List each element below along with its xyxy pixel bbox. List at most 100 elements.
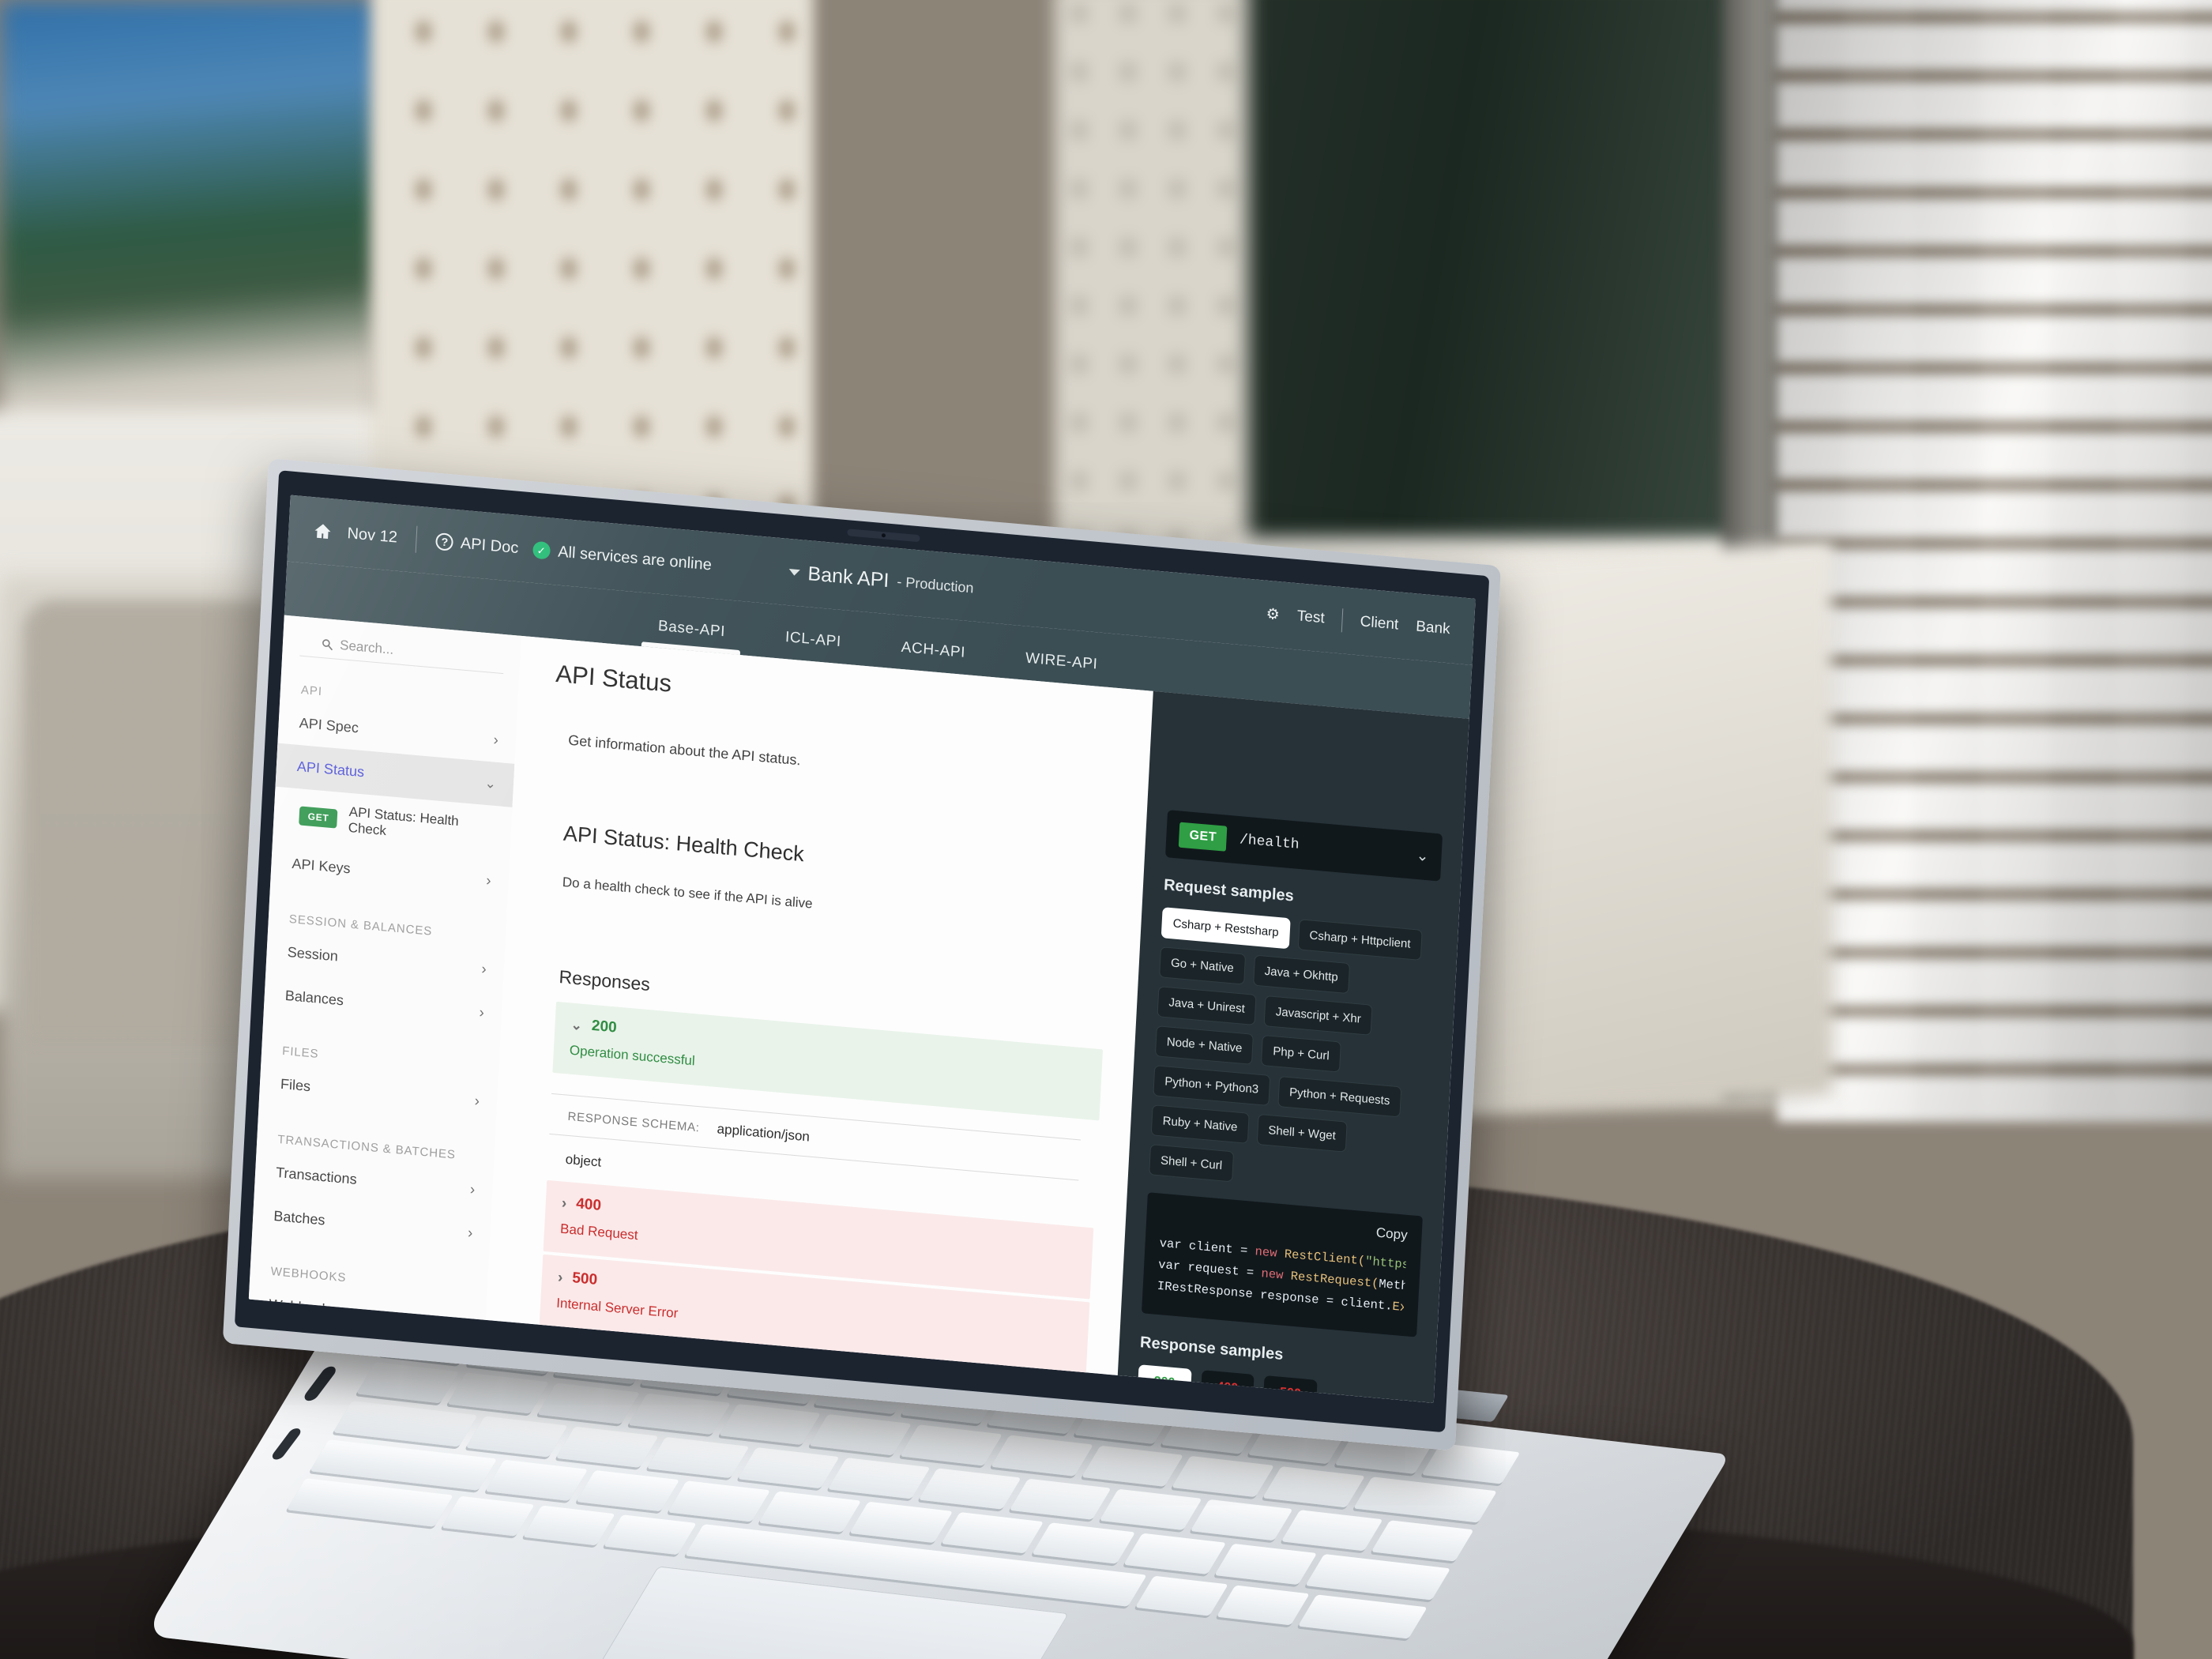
topbar-right-divider — [1341, 608, 1344, 633]
endpoint-path: /health — [1239, 832, 1300, 853]
sidebar-item-label: Webhooks — [269, 1296, 337, 1319]
sidebar-item-label: Batches — [273, 1207, 325, 1228]
key — [1214, 1543, 1318, 1586]
chip-python-python3[interactable]: Python + Python3 — [1153, 1065, 1271, 1106]
chip-java-unirest[interactable]: Java + Unirest — [1157, 986, 1257, 1026]
chip-csharp-restsharp[interactable]: Csharp + Restsharp — [1161, 907, 1291, 950]
sidebar-subitem-label: API Status: Health Check — [348, 803, 460, 839]
bank-button[interactable]: Bank — [1416, 618, 1450, 638]
key — [737, 1447, 840, 1489]
key — [758, 1491, 862, 1533]
key-enter — [1305, 1554, 1451, 1601]
client-button[interactable]: Client — [1360, 613, 1399, 634]
webcam — [847, 529, 920, 543]
key — [646, 1436, 750, 1478]
sidebar-item-label: Session — [287, 943, 339, 965]
endpoint-selector[interactable]: GET /health ⌄ — [1164, 810, 1443, 882]
chip-php-curl[interactable]: Php + Curl — [1261, 1034, 1341, 1073]
main-content: API Status Get information about the API… — [485, 635, 1153, 1375]
app-title: Bank API — [807, 562, 890, 592]
code-token: new — [1255, 1244, 1277, 1261]
environment-label: - Production — [896, 573, 975, 596]
app-body: Search... API API Spec › API Status ⌄ GE… — [248, 615, 1469, 1403]
key — [718, 1403, 822, 1446]
key — [441, 1495, 535, 1537]
chip-csharp-httpclient[interactable]: Csharp + Httpclient — [1297, 919, 1423, 961]
topbar-divider — [416, 525, 418, 553]
key — [1190, 1499, 1293, 1541]
right-panel: GET /health ⌄ Request samples Csharp + R… — [1117, 690, 1469, 1403]
page-description: Get information about the API status. — [567, 732, 801, 769]
laptop-port-usbc — [269, 1427, 303, 1462]
laptop: Nov 12 ? API Doc ✓ All services are onli… — [0, 0, 2212, 1659]
flask-icon: ⚙ — [1266, 605, 1281, 623]
key — [667, 1480, 771, 1522]
key — [446, 1372, 550, 1414]
key — [918, 1468, 1021, 1510]
chevron-down-icon: ⌄ — [1416, 847, 1430, 865]
sidebar-item-label: Transactions — [275, 1164, 358, 1187]
sidebar: Search... API API Spec › API Status ⌄ GE… — [248, 615, 521, 1320]
sidebar-item-label: Balances — [284, 987, 344, 1009]
key — [1281, 1510, 1383, 1552]
key — [465, 1416, 568, 1458]
key-shift — [286, 1478, 453, 1527]
search-placeholder: Search... — [339, 637, 394, 657]
key — [576, 1469, 679, 1512]
key — [604, 1514, 697, 1556]
chevron-right-icon: › — [485, 872, 492, 890]
tab-icl-api[interactable]: ICL-API — [780, 628, 847, 664]
key — [1172, 1455, 1274, 1498]
chevron-right-icon: › — [469, 1181, 476, 1198]
response-schema-value: application/json — [717, 1121, 811, 1145]
response-chip-200[interactable]: 200 — [1137, 1364, 1192, 1401]
key — [1081, 1445, 1184, 1487]
chip-javascript-xhr[interactable]: Javascript + Xhr — [1263, 995, 1373, 1036]
check-circle-icon: ✓ — [532, 540, 551, 560]
search-input[interactable]: Search... — [299, 634, 505, 675]
home-icon[interactable] — [312, 521, 333, 541]
code-token: Execute — [1392, 1300, 1405, 1319]
chevron-right-icon: › — [463, 1313, 468, 1319]
key — [900, 1424, 1003, 1466]
key — [1421, 1443, 1521, 1484]
response-code: 400 — [575, 1195, 602, 1214]
chevron-right-icon: › — [557, 1269, 563, 1286]
chip-node-native[interactable]: Node + Native — [1154, 1025, 1255, 1065]
service-status: ✓ All services are online — [532, 540, 712, 574]
key — [1123, 1533, 1227, 1574]
question-circle-icon: ? — [435, 532, 454, 551]
chip-shell-curl[interactable]: Shell + Curl — [1149, 1144, 1235, 1183]
chip-shell-wget[interactable]: Shell + Wget — [1256, 1113, 1348, 1153]
chevron-down-icon: ⌄ — [570, 1017, 583, 1033]
api-doc-label: API Doc — [460, 534, 519, 557]
chevron-down-icon: ⌄ — [484, 775, 497, 792]
response-chip-500[interactable]: 500 — [1262, 1375, 1318, 1403]
code-sample-block: Copy var client = new RestClient("https:… — [1141, 1192, 1423, 1337]
api-doc-link[interactable]: ? API Doc — [435, 532, 519, 557]
current-date: Nov 12 — [346, 524, 398, 547]
key — [1216, 1585, 1310, 1626]
key — [628, 1393, 731, 1435]
test-button[interactable]: Test — [1296, 608, 1325, 627]
app-title-group[interactable]: Bank API - Production — [788, 561, 974, 600]
laptop-lid: Nov 12 ? API Doc ✓ All services are onli… — [222, 458, 1501, 1451]
key — [990, 1435, 1093, 1477]
chip-go-native[interactable]: Go + Native — [1159, 946, 1246, 985]
response-chip-400[interactable]: 400 — [1200, 1370, 1255, 1403]
key — [1009, 1478, 1112, 1520]
chevron-right-icon: › — [561, 1194, 567, 1212]
tab-ach-api[interactable]: ACH-API — [895, 638, 970, 675]
topbar-right-group: ⚙ Test Client Bank — [1266, 602, 1450, 641]
chip-python-requests[interactable]: Python + Requests — [1277, 1075, 1402, 1118]
code-token: RestClient( — [1277, 1246, 1366, 1269]
chevron-right-icon: › — [492, 732, 499, 749]
method-badge-get: GET — [1178, 822, 1228, 852]
key — [849, 1501, 954, 1544]
chip-java-okhttp[interactable]: Java + Okhttp — [1252, 954, 1350, 995]
response-code: 200 — [591, 1017, 618, 1036]
chevron-right-icon: › — [480, 961, 487, 978]
response-schema-label: RESPONSE SCHEMA: — [567, 1109, 701, 1135]
method-badge-get: GET — [299, 806, 338, 829]
chip-ruby-native[interactable]: Ruby + Native — [1150, 1104, 1250, 1144]
